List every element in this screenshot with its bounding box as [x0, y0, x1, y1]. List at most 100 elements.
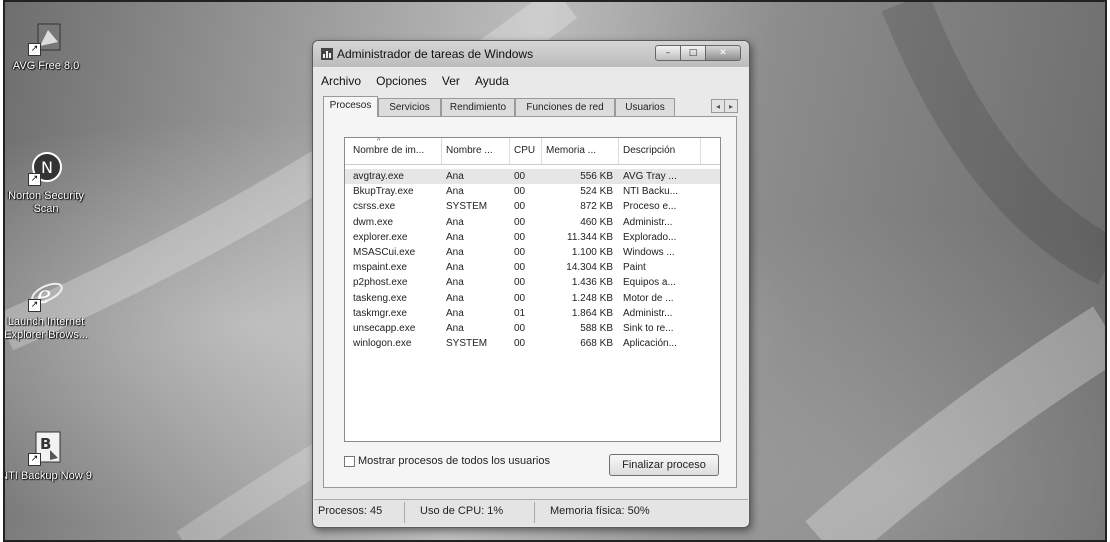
cell-user-name: SYSTEM — [446, 201, 488, 213]
cell-memory: 14.304 KB — [566, 262, 613, 274]
desktop-icon-norton[interactable]: N ↗ Norton Security Scan — [5, 150, 102, 216]
tab-scroll-left-button[interactable]: ◂ — [711, 99, 725, 113]
close-button[interactable]: ✕ — [705, 45, 741, 61]
process-list[interactable]: ^ Nombre de im... Nombre ... CPU Memoria… — [344, 137, 721, 442]
cell-user-name: Ana — [446, 216, 464, 228]
menu-archivo[interactable]: Archivo — [321, 74, 361, 88]
avg-icon: ↗ — [28, 20, 64, 56]
cell-image-name: p2phost.exe — [353, 277, 408, 289]
tab-scroll-right-button[interactable]: ▸ — [724, 99, 738, 113]
cell-user-name: Ana — [446, 247, 464, 258]
column-header-cpu[interactable]: CPU — [510, 138, 542, 164]
column-header-image-name[interactable]: ^ Nombre de im... — [345, 138, 442, 164]
process-row[interactable]: taskeng.exe Ana 00 1.248 KB Motor de ... — [345, 291, 720, 306]
tab-rendimiento[interactable]: Rendimiento — [441, 98, 515, 116]
desktop-icon-label: NTI Backup Now 9 — [3, 470, 92, 482]
cell-image-name: MSASCui.exe — [353, 247, 416, 258]
cell-image-name: dwm.exe — [353, 216, 394, 228]
column-header-user-name[interactable]: Nombre ... — [442, 138, 510, 164]
cell-cpu: 00 — [514, 247, 526, 258]
cell-cpu: 00 — [514, 171, 526, 182]
svg-text:N: N — [41, 158, 53, 177]
cell-memory: 556 KB — [580, 171, 613, 182]
sort-ascending-icon: ^ — [377, 138, 381, 145]
cell-image-name: avgtray.exe — [353, 171, 404, 182]
cell-description: NTI Backu... — [623, 186, 679, 198]
process-row[interactable]: taskmgr.exe Ana 01 1.864 KB Administr... — [345, 306, 720, 321]
task-manager-icon — [321, 48, 333, 60]
cell-cpu: 01 — [514, 307, 526, 319]
status-separator — [534, 502, 535, 523]
cell-cpu: 00 — [514, 292, 526, 304]
cell-memory: 524 KB — [580, 186, 613, 198]
shortcut-arrow-icon: ↗ — [28, 173, 41, 186]
column-header-memory[interactable]: Memoria ... — [542, 138, 619, 164]
cell-memory: 11.344 KB — [567, 231, 613, 243]
end-process-button[interactable]: Finalizar proceso — [609, 454, 719, 476]
tab-usuarios[interactable]: Usuarios — [615, 98, 675, 116]
nti-backup-icon: B ↗ — [28, 430, 64, 466]
window-controls: – □ ✕ — [655, 45, 741, 61]
tab-funciones-de-red[interactable]: Funciones de red — [515, 98, 615, 116]
desktop-icon-nti-backup[interactable]: B ↗ NTI Backup Now 9 — [3, 430, 102, 483]
cell-user-name: Ana — [446, 307, 464, 319]
cell-image-name: unsecapp.exe — [353, 323, 416, 334]
svg-text:B: B — [40, 435, 51, 453]
cell-description: Equipos a... — [623, 277, 676, 289]
process-row[interactable]: MSASCui.exe Ana 00 1.100 KB Windows ... — [345, 245, 720, 260]
desktop-icon-internet-explorer[interactable]: e ↗ Launch Internet Explorer Brows... — [4, 276, 102, 342]
process-row[interactable]: unsecapp.exe Ana 00 588 KB Sink to re... — [345, 321, 720, 336]
cell-cpu: 00 — [514, 323, 526, 334]
column-header-description[interactable]: Descripción — [619, 138, 701, 164]
cell-user-name: Ana — [446, 171, 464, 182]
cell-image-name: taskeng.exe — [353, 292, 407, 304]
process-row[interactable]: csrss.exe SYSTEM 00 872 KB Proceso e... — [345, 199, 720, 214]
process-row[interactable]: explorer.exe Ana 00 11.344 KB Explorado... — [345, 230, 720, 245]
tab-servicios[interactable]: Servicios — [378, 98, 441, 116]
task-manager-window: Administrador de tareas de Windows – □ ✕… — [312, 40, 750, 528]
menu-ver[interactable]: Ver — [442, 74, 460, 88]
maximize-button[interactable]: □ — [680, 45, 706, 61]
cell-user-name: Ana — [446, 292, 464, 304]
cell-image-name: csrss.exe — [353, 201, 396, 213]
desktop-icon-label: Norton Security Scan — [8, 190, 84, 215]
desktop-icon-avg[interactable]: ↗ AVG Free 8.0 — [5, 20, 102, 73]
menu-opciones[interactable]: Opciones — [376, 74, 427, 88]
cell-user-name: Ana — [446, 231, 464, 243]
status-cpu-usage: Uso de CPU: 1% — [420, 505, 504, 517]
internet-explorer-icon: e ↗ — [28, 276, 64, 312]
cell-memory: 460 KB — [580, 216, 613, 228]
cell-memory: 872 KB — [580, 201, 613, 213]
shortcut-arrow-icon: ↗ — [28, 299, 41, 312]
status-bar: Procesos: 45 Uso de CPU: 1% Memoria físi… — [314, 499, 748, 526]
cell-description: Administr... — [623, 307, 673, 319]
desktop-icon-label: Launch Internet Explorer Brows... — [4, 316, 88, 341]
desktop: ↗ AVG Free 8.0 N ↗ Norton Security Scan … — [3, 0, 1107, 542]
cell-user-name: Ana — [446, 277, 464, 289]
cell-user-name: Ana — [446, 186, 464, 198]
cell-memory: 1.864 KB — [571, 307, 613, 319]
cell-memory: 588 KB — [580, 323, 613, 334]
process-row[interactable]: dwm.exe Ana 00 460 KB Administr... — [345, 215, 720, 230]
cell-user-name: Ana — [446, 262, 464, 274]
minimize-button[interactable]: – — [655, 45, 681, 61]
show-all-users-checkbox[interactable] — [344, 456, 355, 467]
process-row[interactable]: p2phost.exe Ana 00 1.436 KB Equipos a... — [345, 275, 720, 290]
process-row[interactable]: BkupTray.exe Ana 00 524 KB NTI Backu... — [345, 184, 720, 199]
process-row[interactable]: avgtray.exe Ana 00 556 KB AVG Tray ... — [345, 169, 720, 184]
tab-procesos[interactable]: Procesos — [323, 96, 378, 117]
process-row[interactable]: winlogon.exe SYSTEM 00 668 KB Aplicación... — [345, 336, 720, 351]
window-title: Administrador de tareas de Windows — [337, 47, 534, 61]
cell-description: Windows ... — [623, 247, 675, 258]
cell-user-name: Ana — [446, 323, 464, 334]
norton-icon: N ↗ — [28, 150, 64, 186]
show-all-users-label: Mostrar procesos de todos los usuarios — [358, 455, 550, 467]
title-bar[interactable]: Administrador de tareas de Windows – □ ✕ — [313, 41, 749, 67]
menu-ayuda[interactable]: Ayuda — [475, 74, 509, 88]
cell-description: Administr... — [623, 216, 673, 228]
cell-image-name: explorer.exe — [353, 231, 408, 243]
cell-image-name: taskmgr.exe — [353, 307, 407, 319]
cell-memory: 668 KB — [580, 338, 613, 350]
cell-cpu: 00 — [514, 231, 526, 243]
process-row[interactable]: mspaint.exe Ana 00 14.304 KB Paint — [345, 260, 720, 275]
